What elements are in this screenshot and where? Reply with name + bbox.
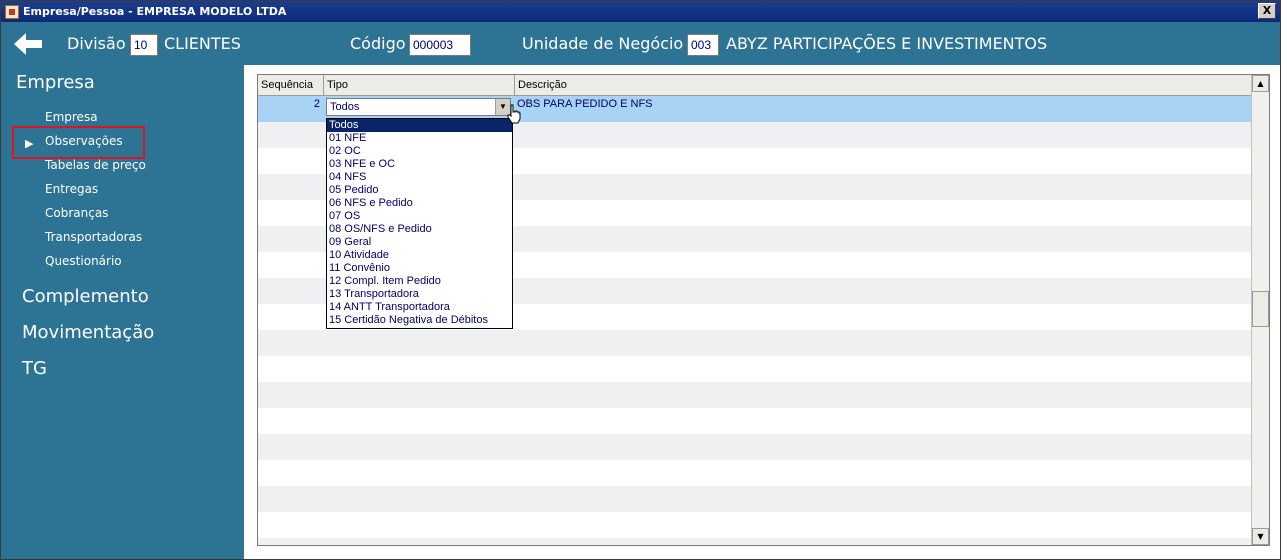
dropdown-option[interactable]: 09 Geral [327,236,512,249]
scroll-up-icon[interactable]: ▲ [1252,75,1269,92]
sidebar: Empresa Empresa ▶ Observações Tabelas de… [1,65,244,559]
sidebar-section-empresa[interactable]: Empresa [16,71,95,95]
sidebar-item-questionario[interactable]: Questionário [45,252,122,270]
dropdown-option[interactable]: 07 OS [327,210,512,223]
dropdown-option[interactable]: 01 NFE [327,132,512,145]
column-descricao[interactable]: Descrição [515,75,1251,96]
hand-pointer-icon [507,104,521,124]
sidebar-item-cobrancas[interactable]: Cobranças [45,204,108,222]
title-bar: Empresa/Pessoa - EMPRESA MODELO LTDA X [1,1,1280,22]
dropdown-option[interactable]: 05 Pedido [327,184,512,197]
dropdown-option[interactable]: Todos [327,119,512,132]
empty-row[interactable] [258,382,1251,408]
unidade-code-field[interactable]: 003 [687,34,719,56]
cell-sequencia: 2 [313,98,320,110]
codigo-field[interactable]: 000003 [409,34,471,56]
empty-row[interactable] [258,538,1251,545]
grid-header: Sequência Tipo Descrição [258,75,1251,96]
sidebar-item-observacoes[interactable]: Observações [45,132,123,150]
sidebar-item-entregas[interactable]: Entregas [45,180,98,198]
scroll-thumb[interactable] [1252,291,1269,327]
empty-row[interactable] [258,408,1251,434]
dropdown-option[interactable]: 14 ANTT Transportadora [327,301,512,314]
unidade-name: ABYZ PARTICIPAÇÕES E INVESTIMENTOS [726,34,1048,53]
column-sequencia[interactable]: Sequência [258,75,324,96]
dropdown-option[interactable]: 15 Certidão Negativa de Débitos [327,314,512,327]
app-icon [5,4,19,19]
codigo-label: Código [350,34,406,53]
cell-descricao[interactable]: OBS PARA PEDIDO E NFS [517,98,653,110]
application-window: Empresa/Pessoa - EMPRESA MODELO LTDA X D… [0,0,1281,560]
dropdown-option[interactable]: 04 NFS [327,171,512,184]
dropdown-option[interactable]: 06 NFS e Pedido [327,197,512,210]
tipo-select[interactable]: Todos ▼ [326,98,511,116]
vertical-scrollbar[interactable]: ▲ ▼ [1251,75,1269,545]
content-area: Sequência Tipo Descrição 2 OBS PARA PEDI… [244,65,1280,559]
dropdown-option[interactable]: 13 Transportadora [327,288,512,301]
dropdown-option[interactable]: 08 OS/NFS e Pedido [327,223,512,236]
tipo-select-value: Todos [330,101,360,113]
empty-row[interactable] [258,512,1251,538]
header-bar: Divisão 10 CLIENTES Código 000003 Unidad… [1,22,1280,65]
divisao-label: Divisão [67,34,126,53]
empty-row[interactable] [258,356,1251,382]
empty-row[interactable] [258,486,1251,512]
tipo-dropdown-list[interactable]: Todos 01 NFE 02 OC 03 NFE e OC 04 NFS 05 Pedi… [326,118,513,329]
divisao-code-field[interactable]: 10 [130,34,158,56]
dropdown-option[interactable]: 12 Compl. Item Pedido [327,275,512,288]
dropdown-option[interactable]: 03 NFE e OC [327,158,512,171]
sidebar-section-complemento[interactable]: Complemento [22,285,149,309]
sidebar-section-movimentacao[interactable]: Movimentação [22,321,154,345]
back-arrow-icon[interactable] [12,31,44,57]
sidebar-item-tabelas-de-preco[interactable]: Tabelas de preço [45,156,146,174]
dropdown-option[interactable]: 02 OC [327,145,512,158]
sidebar-section-tg[interactable]: TG [22,357,47,381]
dropdown-option[interactable]: 10 Atividade [327,249,512,262]
empty-row[interactable] [258,460,1251,486]
column-tipo[interactable]: Tipo [324,75,515,96]
window-title: Empresa/Pessoa - EMPRESA MODELO LTDA [23,5,287,18]
dropdown-option[interactable]: 11 Convênio [327,262,512,275]
observacoes-grid: Sequência Tipo Descrição 2 OBS PARA PEDI… [257,74,1270,546]
sidebar-item-transportadoras[interactable]: Transportadoras [45,228,142,246]
divisao-name: CLIENTES [164,34,241,53]
unidade-label: Unidade de Negócio [522,34,684,53]
empty-row[interactable] [258,434,1251,460]
play-icon: ▶ [25,137,34,150]
sidebar-item-empresa[interactable]: Empresa [45,108,98,126]
close-button[interactable]: X [1258,3,1276,19]
scroll-down-icon[interactable]: ▼ [1252,528,1269,545]
empty-row[interactable] [258,330,1251,356]
